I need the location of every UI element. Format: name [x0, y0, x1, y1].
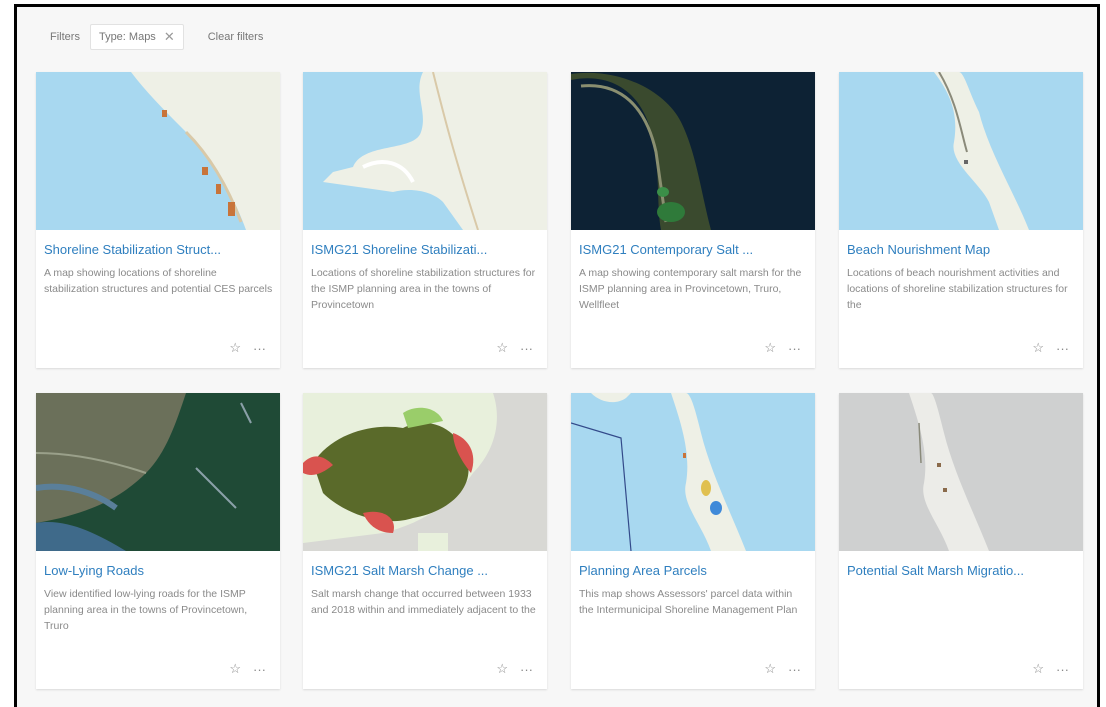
card-actions: ☆ ··· [496, 340, 533, 356]
more-options-icon[interactable]: ··· [1056, 662, 1069, 677]
filter-bar: Filters Type: Maps ✕ Clear filters [50, 24, 263, 50]
card-snippet: Locations of beach nourishment activitie… [847, 267, 1068, 311]
star-icon[interactable]: ☆ [496, 340, 508, 356]
card-snippet [847, 586, 1077, 634]
map-card[interactable]: Shoreline Stabilization Struct... A map … [36, 72, 280, 368]
card-title[interactable]: Low-Lying Roads [44, 563, 272, 578]
more-options-icon[interactable]: ··· [520, 662, 533, 677]
map-card[interactable]: ISMG21 Contemporary Salt ... A map showi… [571, 72, 815, 368]
card-title[interactable]: Potential Salt Marsh Migratio... [847, 563, 1075, 578]
filters-label: Filters [50, 31, 80, 43]
card-actions: ☆ ··· [229, 340, 266, 356]
star-icon[interactable]: ☆ [229, 340, 241, 356]
more-options-icon[interactable]: ··· [1056, 341, 1069, 356]
card-snippet: This map shows Assessors' parcel data wi… [579, 588, 798, 616]
filter-chip-label: Type: Maps [98, 31, 156, 43]
more-options-icon[interactable]: ··· [788, 341, 801, 356]
card-actions: ☆ ··· [1032, 340, 1069, 356]
card-title[interactable]: ISMG21 Salt Marsh Change ... [311, 563, 539, 578]
card-actions: ☆ ··· [1032, 661, 1069, 677]
map-card[interactable]: Low-Lying Roads View identified low-lyin… [36, 393, 280, 689]
card-title[interactable]: ISMG21 Shoreline Stabilizati... [311, 242, 539, 257]
map-thumbnail[interactable] [571, 72, 815, 230]
card-snippet: Locations of shoreline stabilization str… [311, 267, 536, 311]
card-snippet: A map showing contemporary salt marsh fo… [579, 267, 802, 311]
map-thumbnail[interactable] [36, 393, 280, 551]
card-actions: ☆ ··· [496, 661, 533, 677]
star-icon[interactable]: ☆ [764, 661, 776, 677]
card-actions: ☆ ··· [229, 661, 266, 677]
map-thumbnail[interactable] [303, 72, 547, 230]
card-title[interactable]: Shoreline Stabilization Struct... [44, 242, 272, 257]
card-actions: ☆ ··· [764, 661, 801, 677]
card-snippet: Salt marsh change that occurred between … [311, 588, 536, 616]
card-snippet: View identified low-lying roads for the … [44, 588, 248, 632]
map-card[interactable]: Planning Area Parcels This map shows Ass… [571, 393, 815, 689]
map-card[interactable]: ISMG21 Salt Marsh Change ... Salt marsh … [303, 393, 547, 689]
more-options-icon[interactable]: ··· [253, 341, 266, 356]
more-options-icon[interactable]: ··· [520, 341, 533, 356]
card-snippet: A map showing locations of shoreline sta… [44, 267, 273, 295]
map-thumbnail[interactable] [839, 72, 1083, 230]
more-options-icon[interactable]: ··· [253, 662, 266, 677]
star-icon[interactable]: ☆ [496, 661, 508, 677]
map-thumbnail[interactable] [36, 72, 280, 230]
close-icon[interactable]: ✕ [164, 29, 175, 45]
map-card[interactable]: Beach Nourishment Map Locations of beach… [839, 72, 1083, 368]
map-thumbnail[interactable] [303, 393, 547, 551]
star-icon[interactable]: ☆ [1032, 340, 1044, 356]
star-icon[interactable]: ☆ [1032, 661, 1044, 677]
star-icon[interactable]: ☆ [229, 661, 241, 677]
map-thumbnail[interactable] [839, 393, 1083, 551]
card-title[interactable]: Beach Nourishment Map [847, 242, 1075, 257]
map-card[interactable]: Potential Salt Marsh Migratio... ☆ ··· [839, 393, 1083, 689]
filter-chip-type-maps[interactable]: Type: Maps ✕ [89, 24, 184, 50]
more-options-icon[interactable]: ··· [788, 662, 801, 677]
map-card[interactable]: ISMG21 Shoreline Stabilizati... Location… [303, 72, 547, 368]
card-actions: ☆ ··· [764, 340, 801, 356]
clear-filters-link[interactable]: Clear filters [208, 31, 264, 43]
card-title[interactable]: ISMG21 Contemporary Salt ... [579, 242, 807, 257]
card-title[interactable]: Planning Area Parcels [579, 563, 807, 578]
star-icon[interactable]: ☆ [764, 340, 776, 356]
map-thumbnail[interactable] [571, 393, 815, 551]
